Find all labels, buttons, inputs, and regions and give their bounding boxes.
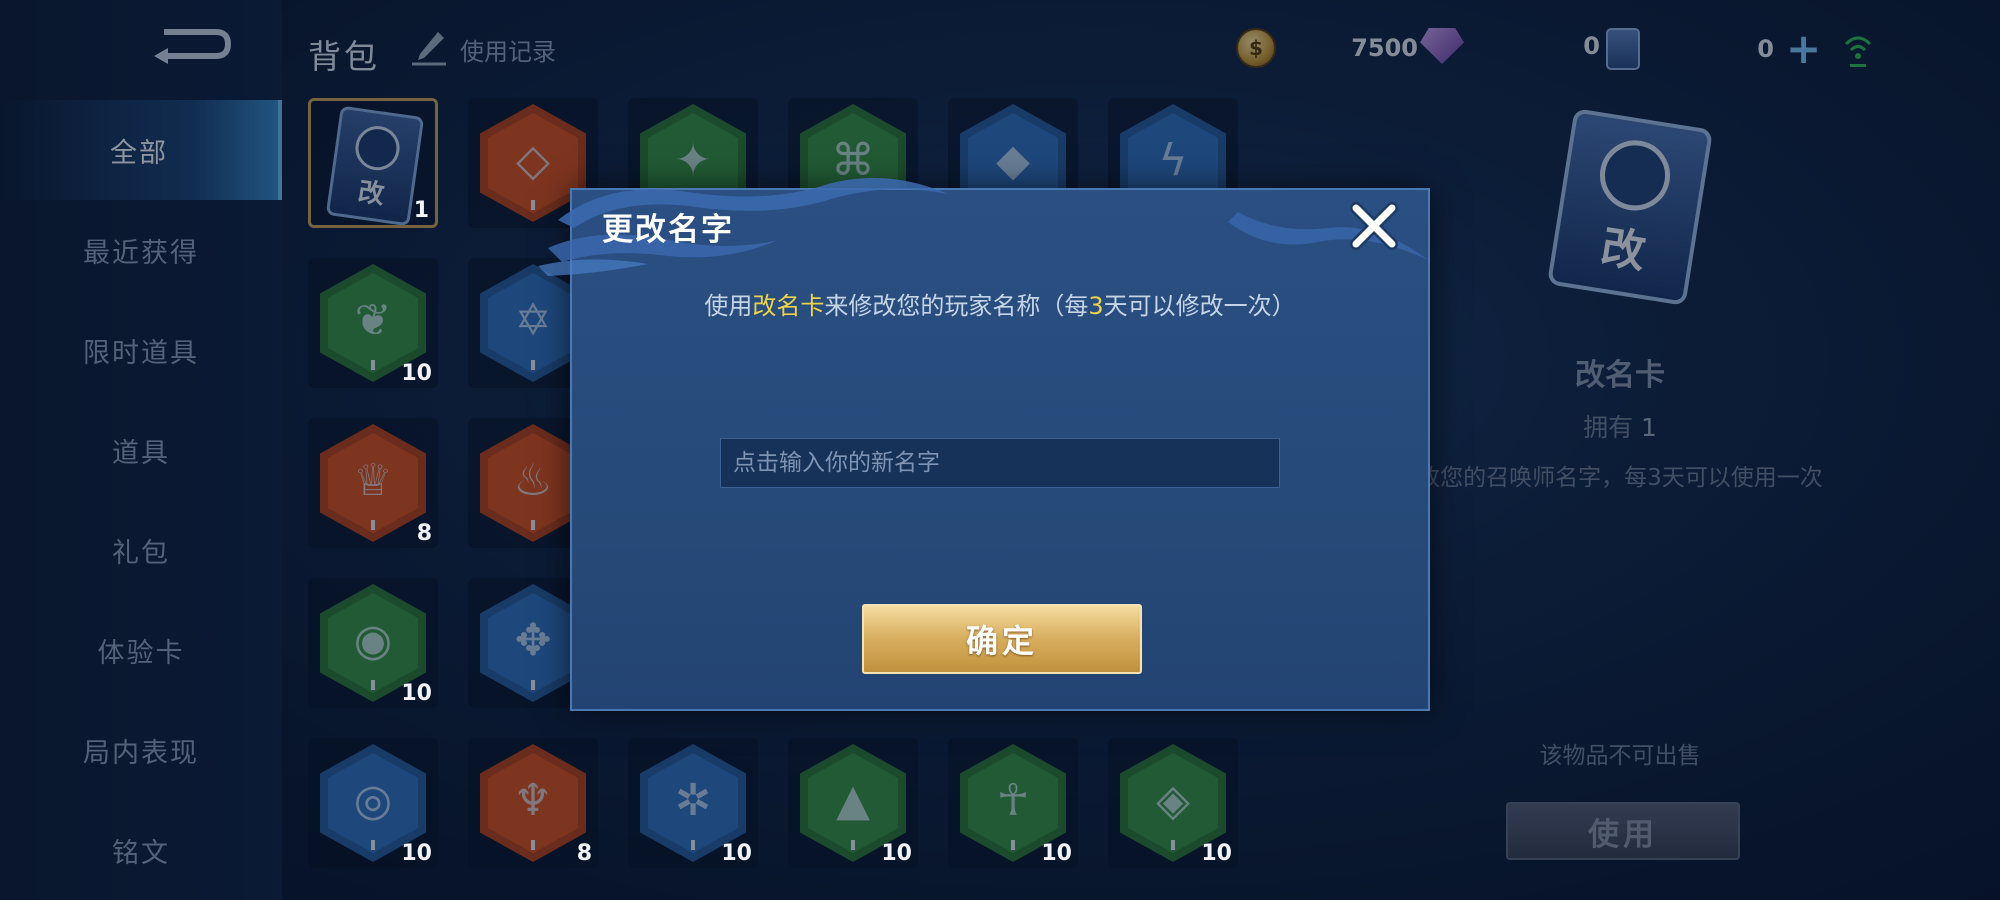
dialog-title: 更改名字 bbox=[602, 212, 734, 248]
item-count: 1 bbox=[413, 198, 429, 223]
msg-item: 改名卡 bbox=[752, 292, 825, 320]
close-icon bbox=[1350, 202, 1398, 250]
new-name-input[interactable] bbox=[720, 438, 1280, 488]
item-count: 8 bbox=[416, 521, 432, 546]
confirm-button[interactable]: 确定 bbox=[862, 604, 1142, 674]
msg-prefix: 使用 bbox=[704, 292, 753, 320]
msg-mid: 来修改您的玩家名称（每 bbox=[824, 292, 1089, 320]
msg-days: 3 bbox=[1088, 292, 1104, 320]
item-count: 10 bbox=[721, 841, 752, 866]
inventory-screen: 全部 最近获得 限时道具 道具 礼包 体验卡 局内表现 铭文 背包 使用记录 $ 7500 0… bbox=[0, 0, 2000, 900]
item-count: 10 bbox=[1201, 841, 1232, 866]
msg-suffix: 天可以修改一次） bbox=[1103, 292, 1296, 320]
item-count: 10 bbox=[401, 681, 432, 706]
item-count: 10 bbox=[401, 361, 432, 386]
item-count: 10 bbox=[881, 841, 912, 866]
close-button[interactable] bbox=[1346, 198, 1402, 254]
item-count: 10 bbox=[401, 841, 432, 866]
rename-dialog: 更改名字 使用改名卡来修改您的玩家名称（每3天可以修改一次） 确定 bbox=[538, 177, 1430, 711]
item-count: 8 bbox=[576, 841, 592, 866]
dialog-message: 使用改名卡来修改您的玩家名称（每3天可以修改一次） bbox=[572, 286, 1428, 321]
item-count: 10 bbox=[1041, 841, 1072, 866]
cloud-swirl-decoration bbox=[1228, 212, 1428, 260]
